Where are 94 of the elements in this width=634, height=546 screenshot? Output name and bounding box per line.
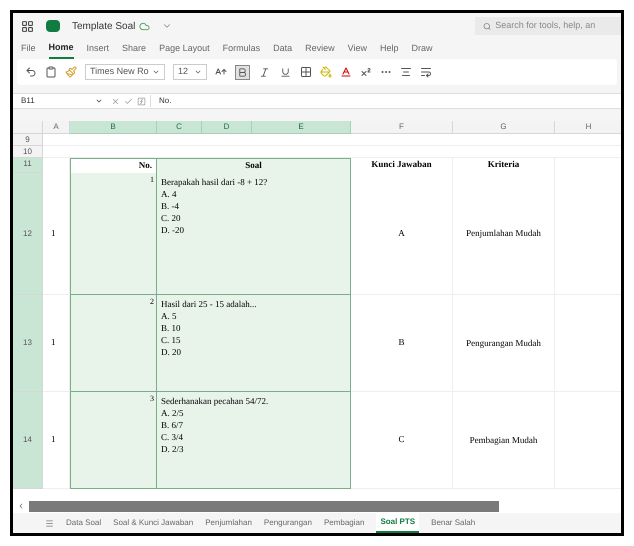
table-cell-text: 1 — [51, 433, 56, 446]
menu-tab[interactable]: Help — [380, 39, 399, 59]
menu-tab[interactable]: Page Layout — [159, 39, 210, 59]
table-cell: Penjumlahan Mudah — [466, 228, 541, 239]
menu-tab[interactable]: File — [21, 39, 36, 59]
answer-option: C. 3/4 — [161, 431, 350, 443]
column-header[interactable]: A — [43, 121, 70, 134]
table-cell: Kriteria — [453, 158, 555, 173]
table-cell-text: 1 — [51, 336, 56, 350]
answer-option: B. 6/7 — [161, 419, 350, 431]
row-header[interactable]: 11 — [13, 158, 43, 173]
column-header[interactable]: H — [555, 121, 621, 134]
undo-icon[interactable] — [25, 66, 37, 78]
row-header[interactable]: 10 — [13, 146, 43, 158]
table-cell: Pengurangan Mudah — [466, 338, 541, 348]
font-color-icon[interactable] — [340, 66, 352, 78]
row-header[interactable]: 9 — [13, 134, 43, 146]
scroll-left-icon[interactable] — [17, 502, 25, 510]
row-header[interactable]: 14 — [13, 392, 43, 489]
wrap-text-icon[interactable] — [420, 66, 432, 78]
menu-tab[interactable]: Review — [305, 39, 335, 59]
column-header[interactable]: G — [453, 121, 555, 134]
menu-tab[interactable]: Draw — [412, 39, 433, 59]
menu-tab[interactable]: Insert — [86, 39, 110, 59]
sheet-list-icon[interactable] — [45, 518, 54, 528]
bold-button[interactable] — [235, 64, 250, 80]
scrollbar-thumb[interactable] — [29, 500, 499, 512]
menu-tab[interactable]: Formulas — [222, 39, 260, 59]
cancel-icon[interactable] — [111, 96, 120, 106]
caret-icon[interactable] — [152, 68, 160, 76]
clipboard-icon[interactable] — [45, 66, 57, 78]
row-header[interactable]: 13 — [13, 295, 43, 392]
caret-icon[interactable] — [95, 97, 103, 105]
answer-option: D. 20 — [161, 346, 350, 358]
menu-tab[interactable]: View — [348, 39, 368, 59]
column-header[interactable]: D — [202, 121, 252, 134]
question-text: Berapakah hasil dari -8 + 12? — [161, 176, 268, 188]
sheet-tab[interactable]: Benar Salah — [431, 513, 476, 533]
sheet-tab[interactable]: Penjumlahan — [205, 513, 252, 533]
table-cell-text: A — [398, 226, 405, 240]
function-icon[interactable] — [137, 96, 146, 106]
superscript-icon[interactable] — [360, 66, 372, 78]
answer-option: B. 10 — [161, 322, 350, 334]
font-size-field[interactable]: 12 — [173, 64, 207, 80]
bold-icon — [237, 66, 248, 78]
row-header[interactable]: 12 — [13, 173, 43, 295]
question-number: 2 — [150, 297, 154, 308]
sheet-tab[interactable]: Soal PTS — [376, 513, 420, 533]
document-title[interactable]: Template Soal — [72, 18, 136, 34]
underline-icon — [280, 66, 291, 78]
answer-option: A. 2/5 — [161, 407, 350, 419]
underline-button[interactable] — [279, 66, 292, 78]
answer-option: C. 15 — [161, 334, 350, 346]
table-cell: Pembagian Mudah — [470, 434, 538, 446]
column-header[interactable]: B — [70, 121, 157, 134]
font-name-field[interactable]: Times New Ro — [85, 64, 165, 80]
app-launcher-icon[interactable] — [21, 20, 34, 32]
sheet-tab[interactable]: Pengurangan — [264, 513, 312, 533]
answer-option: A. 5 — [161, 310, 350, 322]
table-cell-text: C — [398, 433, 404, 446]
menu-tab[interactable]: Data — [273, 39, 292, 59]
answer-option: D. -20 — [161, 224, 350, 236]
fill-color-icon[interactable] — [320, 66, 332, 78]
excel-logo-icon — [46, 20, 60, 32]
column-header[interactable]: F — [351, 121, 453, 134]
answer-option: D. 2/3 — [161, 443, 350, 455]
cloud-icon — [139, 20, 150, 32]
answer-option: B. -4 — [161, 200, 350, 212]
menu-tab[interactable]: Share — [122, 39, 146, 59]
formula-field[interactable]: No. — [150, 95, 617, 107]
italic-button[interactable] — [258, 66, 271, 78]
sheet-tab[interactable]: Data Soal — [66, 513, 102, 533]
table-cell-text: 1 — [51, 226, 56, 240]
question-number: 3 — [150, 394, 154, 405]
table-cell: Kunci Jawaban — [351, 158, 453, 173]
question-number: 1 — [150, 175, 154, 186]
borders-icon[interactable] — [300, 66, 312, 78]
italic-icon — [259, 66, 270, 78]
sheet-tab[interactable]: Pembagian — [324, 513, 364, 533]
column-header[interactable]: C — [157, 121, 202, 134]
search-field[interactable]: Search for tools, help, an — [475, 17, 621, 35]
caret-icon[interactable] — [194, 68, 202, 76]
table-cell: No. — [70, 158, 157, 173]
name-box[interactable]: B11 — [17, 95, 107, 107]
sheet-tab[interactable]: Soal & Kunci Jawaban — [113, 513, 194, 533]
answer-option: C. 20 — [161, 212, 350, 224]
answer-option: A. 4 — [161, 188, 350, 200]
question-text: Hasil dari 25 - 15 adalah... — [161, 298, 258, 310]
question-text: Sederhanakan pecahan 54/72. — [161, 395, 270, 407]
table-cell: Soal — [157, 158, 351, 173]
search-icon — [483, 22, 492, 30]
table-cell-text: B — [398, 336, 404, 350]
column-header[interactable]: E — [252, 121, 351, 134]
align-icon[interactable] — [400, 66, 412, 78]
